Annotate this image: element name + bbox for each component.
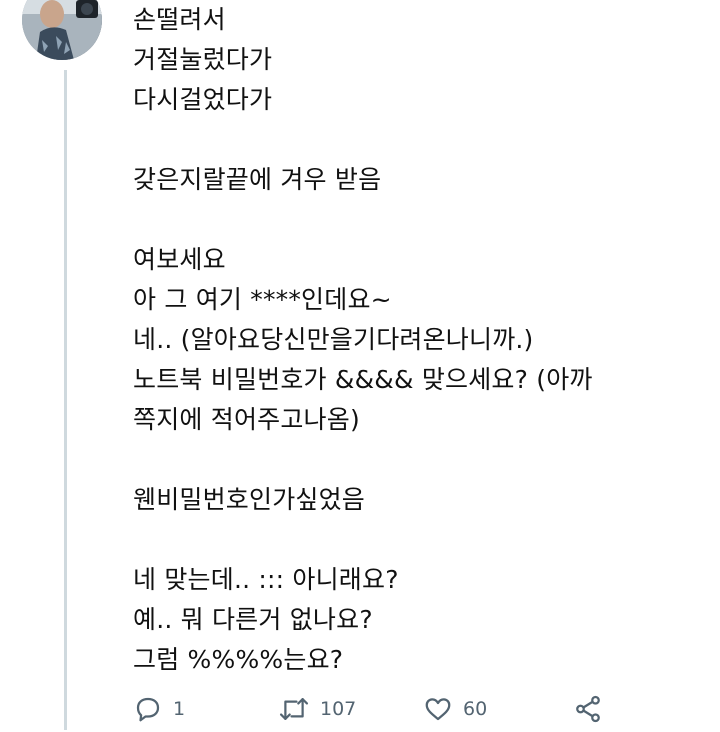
tweet-text: 손떨려서 거절눌렀다가 다시걸었다가 갖은지랄끝에 겨우 받음 여보세요 아 그…: [133, 0, 703, 680]
retweet-icon: [278, 692, 310, 729]
tweet-line: 그럼 %%%%는요?: [133, 645, 344, 674]
like-button[interactable]: 60: [423, 692, 487, 732]
tweet-line: 거절눌렀다가: [133, 45, 273, 74]
avatar[interactable]: [22, 0, 102, 60]
tweet-line: 여보세요: [133, 245, 226, 274]
tweet-line: 예.. 뭐 다른거 없나요?: [133, 605, 373, 634]
tweet-line: [133, 520, 703, 560]
retweet-count: 107: [320, 698, 357, 720]
reply-count: 1: [173, 698, 186, 720]
reply-button[interactable]: 1: [133, 692, 185, 732]
heart-icon: [423, 692, 453, 729]
tweet-line: 네 맞는데.. ::: 아니래요?: [133, 565, 399, 594]
tweet-line: 아 그 여기 ****인데요~: [133, 285, 392, 314]
tweet-line: 갖은지랄끝에 겨우 받음: [133, 165, 382, 194]
tweet-line: [133, 120, 703, 160]
like-count: 60: [463, 698, 488, 720]
tweet-line: 노트북 비밀번호가 &&&& 맞으세요? (아까: [133, 365, 593, 394]
tweet-line: 웬비밀번호인가싶었음: [133, 485, 366, 514]
tweet-line: 네.. (알아요당신만을기다려온나니까.): [133, 325, 534, 354]
tweet-line: [133, 200, 703, 240]
tweet-actions: 1 107 60: [133, 692, 653, 732]
retweet-button[interactable]: 107: [278, 692, 356, 732]
reply-icon: [133, 692, 163, 729]
thread-line: [64, 70, 67, 730]
tweet-line: 손떨려서: [133, 5, 226, 34]
share-icon: [573, 692, 603, 729]
share-button[interactable]: [573, 692, 603, 732]
tweet-line: [133, 440, 703, 480]
tweet-line: 다시걸었다가: [133, 85, 273, 114]
tweet-line: 쪽지에 적어주고나옴): [133, 405, 360, 434]
